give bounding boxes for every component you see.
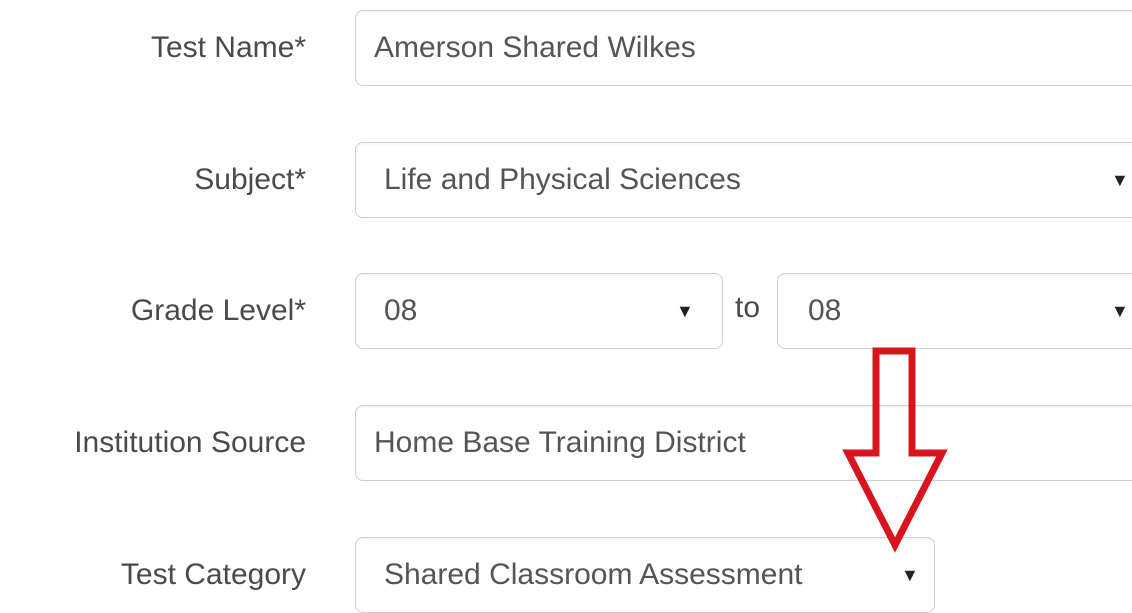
grade-level-to-value: 08 bbox=[808, 294, 842, 327]
test-category-label: Test Category bbox=[120, 558, 306, 591]
grade-level-to-label: to bbox=[735, 291, 761, 324]
grade-level-label: Grade Level* bbox=[130, 294, 306, 327]
test-category-caret-icon: ▼ bbox=[901, 565, 919, 585]
grade-level-from-select[interactable]: 08 ▼ bbox=[355, 273, 723, 349]
subject-label: Subject* bbox=[194, 163, 306, 196]
institution-source-field: Home Base Training District bbox=[355, 405, 1132, 481]
test-name-value: Amerson Shared Wilkes bbox=[374, 31, 696, 64]
subject-value: Life and Physical Sciences bbox=[384, 163, 741, 196]
subject-dropdown-caret-icon: ▼ bbox=[1111, 170, 1129, 190]
grade-level-from-caret-icon: ▼ bbox=[676, 301, 694, 321]
red-down-arrow-icon bbox=[842, 347, 948, 553]
institution-source-label: Institution Source bbox=[74, 426, 306, 459]
test-category-value: Shared Classroom Assessment bbox=[384, 560, 803, 590]
grade-level-from-value: 08 bbox=[384, 294, 418, 327]
grade-level-to-select[interactable]: 08 ▼ bbox=[777, 273, 1132, 349]
test-name-input[interactable]: Amerson Shared Wilkes bbox=[355, 10, 1132, 86]
test-name-label: Test Name* bbox=[150, 31, 306, 64]
grade-level-to-caret-icon: ▼ bbox=[1111, 301, 1129, 321]
institution-source-value: Home Base Training District bbox=[374, 426, 746, 459]
subject-select[interactable]: Life and Physical Sciences ▼ bbox=[355, 142, 1132, 218]
